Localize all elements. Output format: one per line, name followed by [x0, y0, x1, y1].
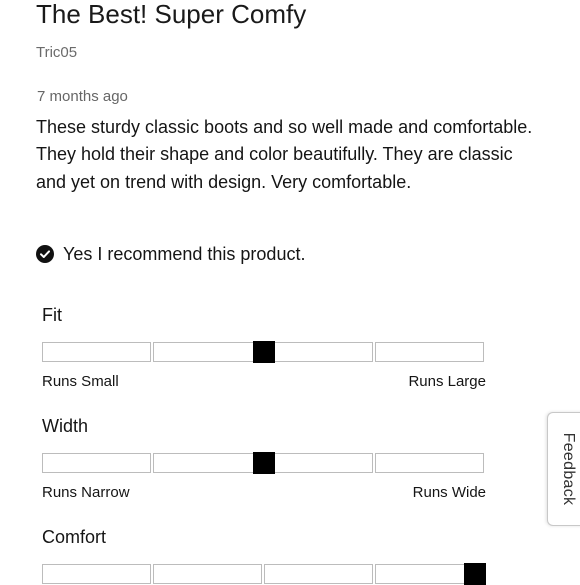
fit-label: Fit: [42, 305, 62, 325]
feedback-tab-label: Feedback: [560, 432, 577, 506]
recommendation: Yes I recommend this product.: [36, 242, 305, 266]
check-circle-icon: [36, 245, 54, 263]
fit-max-label: Runs Large: [408, 373, 486, 390]
recommendation-text: Yes I recommend this product.: [63, 243, 306, 264]
reviewer-name: Tric05: [36, 44, 78, 61]
scale-segment: [153, 564, 262, 584]
scale-segment: [42, 564, 151, 584]
width-marker: [253, 452, 275, 474]
scale-segment: [153, 342, 262, 362]
scale-segment: [264, 342, 373, 362]
fit-scale: [42, 341, 486, 363]
review-date: 7 months ago: [37, 88, 128, 105]
scale-segment: [375, 453, 484, 473]
scale-segment: [264, 564, 373, 584]
scale-segment: [264, 453, 373, 473]
scale-segment: [42, 453, 151, 473]
width-label: Width: [42, 416, 89, 436]
fit-marker: [253, 341, 275, 363]
review-title: The Best! Super Comfy: [36, 0, 307, 29]
fit-min-label: Runs Small: [42, 373, 119, 390]
comfort-label: Comfort: [42, 527, 107, 547]
scale-segment: [42, 342, 151, 362]
comfort-marker: [464, 563, 486, 585]
width-scale: [42, 452, 486, 474]
scale-segment: [153, 453, 262, 473]
feedback-tab[interactable]: Feedback: [547, 412, 580, 526]
width-max-label: Runs Wide: [412, 484, 486, 501]
review-body: These sturdy classic boots and so well m…: [36, 117, 533, 192]
scale-segment: [375, 342, 484, 362]
width-min-label: Runs Narrow: [42, 484, 130, 501]
comfort-scale: [42, 563, 486, 585]
